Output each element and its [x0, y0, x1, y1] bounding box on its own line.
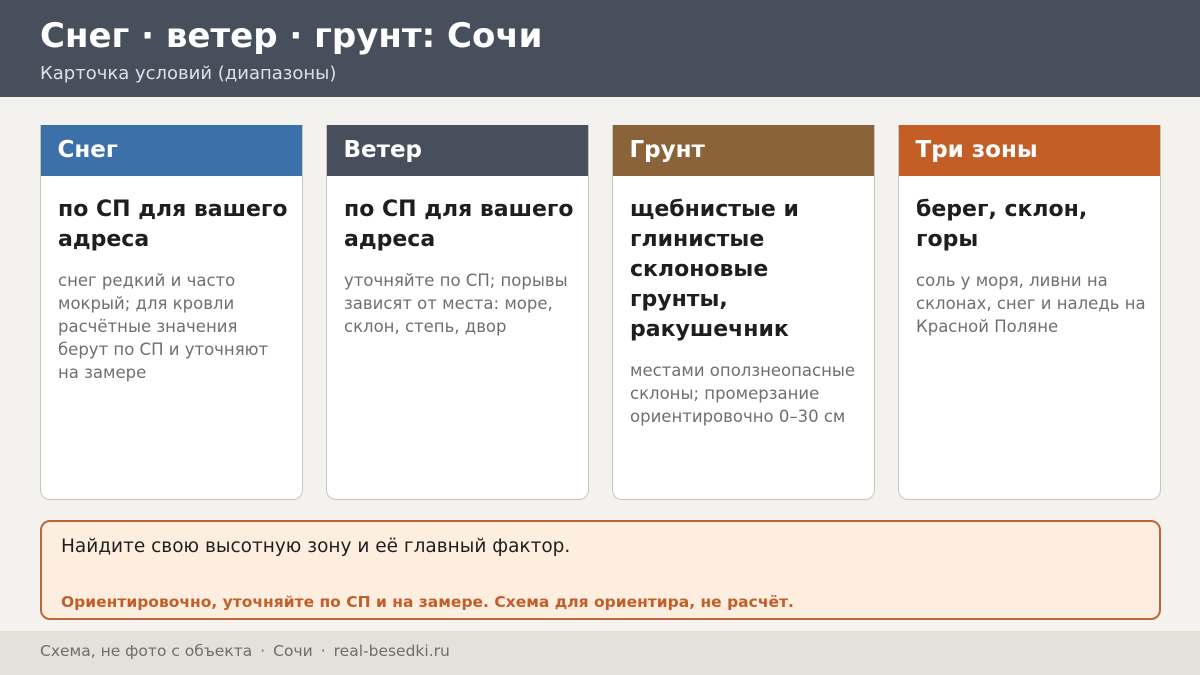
card-wind-header: Ветер [327, 125, 588, 176]
card-soil-main: щебнистые и глинистые склоновые грунты, … [630, 197, 799, 342]
footer-site-link: real-besedki.ru [333, 642, 450, 660]
callout-text: Найдите свою высотную зону и её главный … [61, 536, 571, 557]
footer-city: Сочи [273, 642, 313, 660]
footer-line: Схема, не фото с объекта · Сочи · real-besed… [40, 631, 450, 671]
card-soil-note: местами оползнеопасные склоны; промерзан… [630, 361, 856, 426]
footer-separator: · [320, 642, 326, 660]
card-snow-main: по СП для вашего адреса [58, 197, 288, 252]
card-snow-header: Снег [41, 125, 302, 176]
page-title: Снег · ветер · грунт: Сочи [40, 16, 543, 56]
callout-box: Найдите свою высотную зону и её главный … [40, 520, 1161, 620]
card-zones-label: Три зоны [915, 137, 1038, 163]
header-bar: Снег · ветер · грунт: Сочи Карточка усло… [0, 0, 1200, 97]
callout-disclaimer: Ориентировочно, уточняйте по СП и на зам… [61, 593, 794, 611]
card-zones: Три зоны берег, склон, горы соль у моря,… [898, 125, 1161, 500]
card-snow-note: снег редкий и часто мокрый; для кровли р… [58, 271, 269, 382]
card-soil-label: Грунт [629, 137, 705, 163]
footer-source: Схема, не фото с объекта [40, 642, 253, 660]
footer-bar: Схема, не фото с объекта · Сочи · real-besed… [0, 631, 1200, 675]
card-wind-label: Ветер [343, 137, 423, 163]
card-snow: Снег по СП для вашего адреса снег редкий… [40, 125, 303, 500]
card-zones-main: берег, склон, горы [916, 197, 1088, 252]
card-snow-value: по СП для вашего адреса снег редкий и ча… [58, 195, 290, 384]
card-zones-value: берег, склон, горы соль у моря, ливни на… [916, 195, 1148, 338]
card-soil: Грунт щебнистые и глинистые склоновые гр… [612, 125, 875, 500]
footer-separator: · [260, 642, 266, 660]
card-zones-header: Три зоны [899, 125, 1160, 176]
card-zones-note: соль у моря, ливни на склонах, снег и на… [916, 271, 1146, 336]
card-snow-label: Снег [57, 137, 118, 163]
card-wind-note: уточняйте по СП; порывы зависят от места… [344, 271, 568, 336]
card-soil-header: Грунт [613, 125, 874, 176]
page-subtitle: Карточка условий (диапазоны) [40, 63, 337, 84]
card-wind-value: по СП для вашего адреса уточняйте по СП;… [344, 195, 576, 338]
card-soil-value: щебнистые и глинистые склоновые грунты, … [630, 195, 862, 428]
card-wind-main: по СП для вашего адреса [344, 197, 574, 252]
card-wind: Ветер по СП для вашего адреса уточняйте … [326, 125, 589, 500]
